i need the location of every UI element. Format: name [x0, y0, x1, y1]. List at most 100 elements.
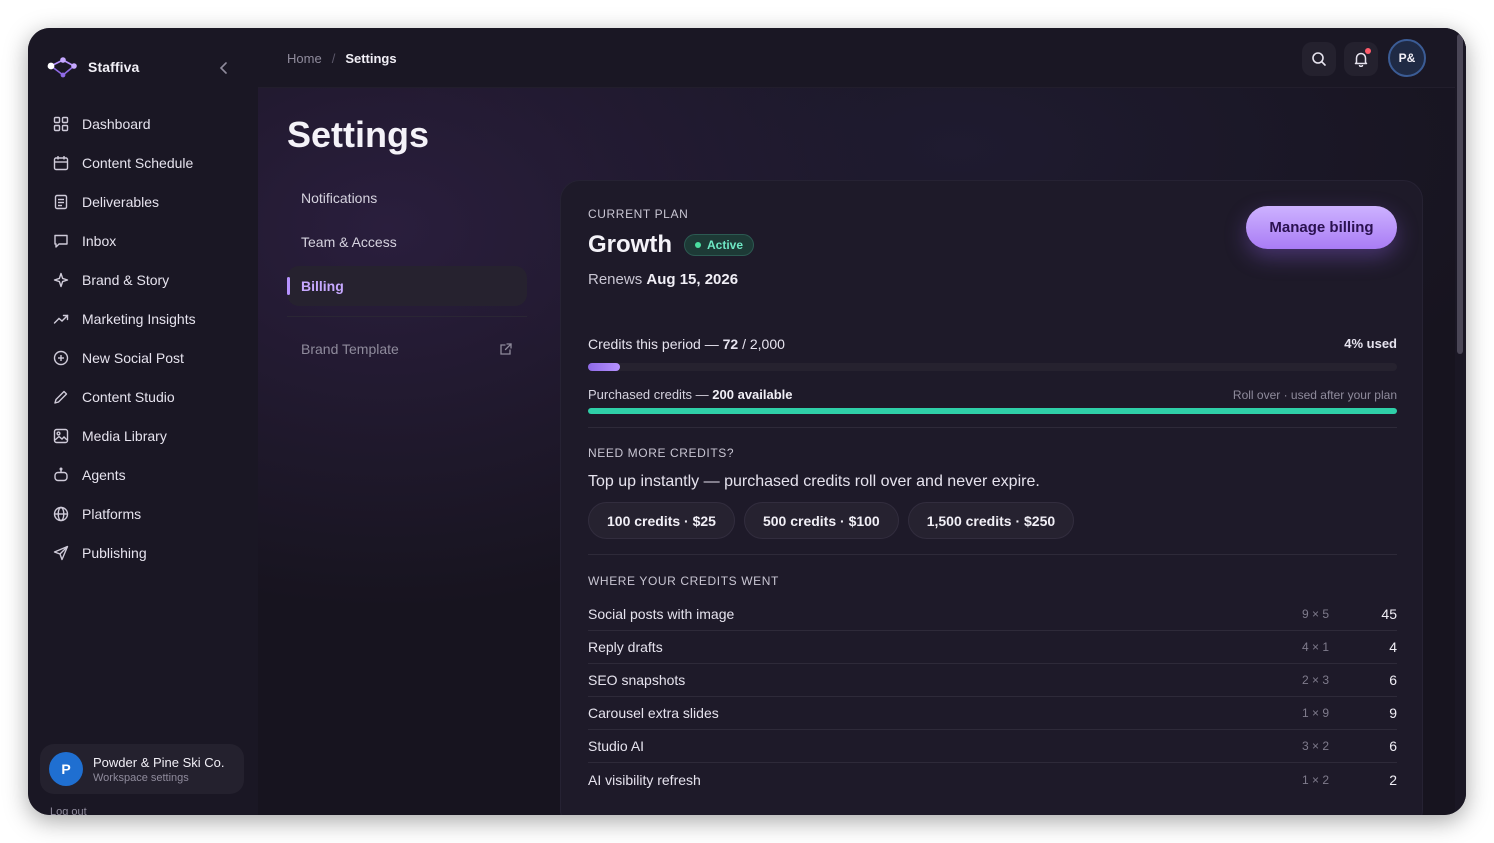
usage-row: AI visibility refresh 1 × 2 2 [588, 763, 1397, 796]
notifications-button[interactable] [1344, 42, 1378, 76]
brand[interactable]: Staffiva [46, 54, 139, 80]
brand-name: Staffiva [88, 59, 140, 75]
status-dot [695, 242, 701, 248]
purchased-available: 200 available [712, 387, 793, 402]
sidebar-item-brand-story[interactable]: Brand & Story [42, 260, 242, 299]
sidebar-item-content-studio[interactable]: Content Studio [42, 377, 242, 416]
calendar-icon [52, 154, 70, 172]
credits-total: 2,000 [749, 336, 785, 352]
page-title: Settings [287, 114, 430, 155]
sidebar-item-content-schedule[interactable]: Content Schedule [42, 143, 242, 182]
manage-billing-button[interactable]: Manage billing [1246, 206, 1397, 249]
plan-name: Growth [588, 231, 672, 258]
credits-used-percent: 4% used [1344, 336, 1397, 351]
usage-total: 6 [1389, 672, 1397, 688]
sidebar-item-label: Publishing [82, 544, 147, 561]
credits-used: 72 [722, 336, 739, 352]
usage-total: 6 [1389, 738, 1397, 754]
sidebar-item-media-library[interactable]: Media Library [42, 416, 242, 455]
chevron-left-icon [219, 62, 227, 74]
current-plan-label: CURRENT PLAN [588, 207, 689, 221]
breadcrumb-current: Settings [345, 51, 397, 66]
sidebar-item-platforms[interactable]: Platforms [42, 494, 242, 533]
usage-calc: 9 × 5 [1301, 607, 1329, 621]
external-link-icon [500, 343, 512, 355]
plan-row: Growth Active [588, 231, 755, 259]
credits-progress-fill [588, 363, 621, 371]
robot-icon [52, 466, 70, 484]
usage-row: SEO snapshots 2 × 3 6 [588, 664, 1397, 697]
credits-usage-table: Social posts with image 9 × 5 45 Reply d… [588, 598, 1397, 796]
subnav-billing[interactable]: Billing [287, 266, 527, 306]
subnav-brand-template-label: Brand Template [301, 341, 399, 357]
staffiva-logo [47, 57, 77, 78]
breadcrumb-home[interactable]: Home [287, 51, 322, 66]
usage-total: 45 [1381, 606, 1397, 622]
plus-square-icon [52, 349, 70, 367]
credits-usage-label: WHERE YOUR CREDITS WENT [588, 574, 779, 588]
usage-name: SEO snapshots [588, 672, 686, 688]
purchased-credits-bar [588, 408, 1397, 414]
need-more-credits-text: Top up instantly — purchased credits rol… [588, 473, 1040, 490]
send-icon [52, 544, 70, 562]
document-icon [52, 193, 70, 211]
sidebar-item-marketing-insights[interactable]: Marketing Insights [42, 299, 242, 338]
app-window: Staffiva Dashboard Content Schedule Deli… [28, 28, 1466, 815]
topup-100-button[interactable]: 100 credits · $25 [588, 502, 735, 539]
credits-progress-bar [588, 363, 1397, 371]
usage-row: Studio AI 3 × 2 6 [588, 730, 1397, 763]
sidebar-item-label: Deliverables [82, 193, 160, 210]
workspace-name: Powder & Pine Ski Co. [93, 754, 225, 770]
usage-name: AI visibility refresh [588, 771, 701, 788]
usage-row: Reply drafts 4 × 1 4 [588, 631, 1397, 664]
sidebar-item-publishing[interactable]: Publishing [42, 533, 242, 572]
usage-calc: 1 × 2 [1301, 772, 1329, 787]
scrollbar-thumb[interactable] [1457, 34, 1463, 354]
image-icon [52, 427, 70, 445]
sidebar-item-inbox[interactable]: Inbox [42, 221, 242, 260]
usage-row: Carousel extra slides 1 × 9 9 [588, 697, 1397, 730]
sidebar-nav: Dashboard Content Schedule Deliverables … [42, 104, 242, 572]
scrollbar[interactable] [1455, 28, 1466, 815]
usage-calc: 2 × 3 [1301, 673, 1329, 687]
sidebar-item-deliverables[interactable]: Deliverables [42, 182, 242, 221]
sidebar-item-agents[interactable]: Agents [42, 455, 242, 494]
sidebar-item-label: Media Library [82, 427, 167, 444]
notification-dot [1365, 48, 1371, 54]
sidebar-item-label: Marketing Insights [82, 310, 196, 327]
credits-period-text: Credits this period — 72 / 2,000 [588, 336, 785, 352]
usage-total: 2 [1389, 771, 1397, 788]
logout-link[interactable]: Log out [50, 806, 87, 815]
status-text: Active [707, 238, 744, 252]
status-badge: Active [684, 234, 755, 256]
topup-500-button[interactable]: 500 credits · $100 [743, 502, 899, 539]
collapse-sidebar-button[interactable] [214, 58, 234, 78]
breadcrumb: Home / Settings [287, 51, 397, 66]
workspace-switcher[interactable]: P Powder & Pine Ski Co. Workspace settin… [40, 744, 244, 794]
usage-total: 9 [1389, 705, 1397, 721]
usage-name: Reply drafts [588, 639, 663, 655]
sparkle-icon [52, 271, 70, 289]
subnav-brand-template[interactable]: Brand Template [287, 329, 527, 369]
subnav-team-access[interactable]: Team & Access [287, 222, 527, 262]
search-button[interactable] [1302, 42, 1336, 76]
divider [588, 427, 1397, 428]
topup-options: 100 credits · $25 500 credits · $100 1,5… [588, 502, 1075, 539]
usage-name: Social posts with image [588, 606, 735, 622]
purchased-credits-row: Purchased credits — 200 available Roll o… [588, 387, 1397, 402]
sidebar-item-label: Dashboard [82, 115, 151, 132]
topup-1500-button[interactable]: 1,500 credits · $250 [907, 502, 1075, 539]
user-avatar[interactable]: P& [1388, 39, 1426, 77]
trend-icon [52, 310, 70, 328]
sidebar-item-label: Content Studio [82, 388, 175, 405]
sidebar-item-dashboard[interactable]: Dashboard [42, 104, 242, 143]
usage-total: 4 [1389, 639, 1397, 655]
renew-prefix: Renews [588, 271, 643, 288]
usage-calc: 1 × 9 [1301, 706, 1329, 720]
subnav-divider [287, 316, 527, 317]
usage-calc: 4 × 1 [1301, 640, 1329, 654]
sidebar-item-new-social-post[interactable]: New Social Post [42, 338, 242, 377]
usage-row: Social posts with image 9 × 5 45 [588, 598, 1397, 631]
sidebar-item-label: Inbox [82, 232, 117, 249]
subnav-notifications[interactable]: Notifications [287, 178, 527, 218]
